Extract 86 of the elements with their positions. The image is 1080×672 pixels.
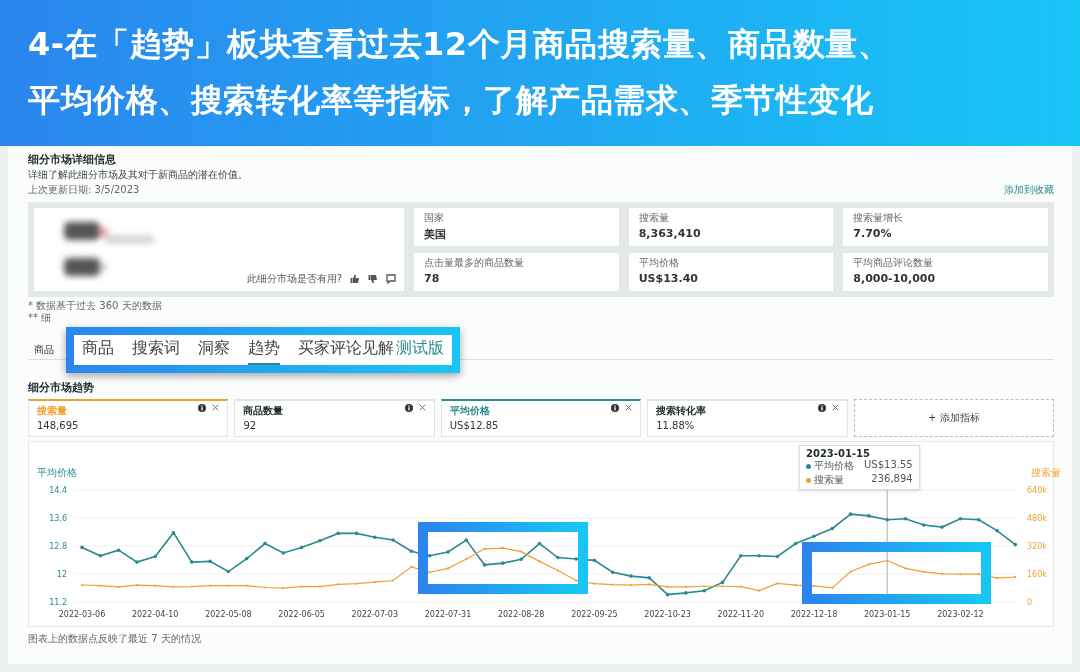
info-icon[interactable]: [817, 404, 826, 412]
metric-label: 点击量最多的商品数量: [424, 256, 525, 270]
axis-label: 0: [1027, 598, 1033, 607]
axis-label: 13.6: [49, 514, 67, 523]
close-icon[interactable]: [831, 404, 839, 411]
banner-headline: 4-在「趋势」板块查看过去12个月商品搜索量、商品数量、: [28, 24, 892, 65]
metric-value: 8,363,410: [638, 227, 702, 240]
axis-label: 2022-06-05: [278, 610, 325, 619]
metric-label: 搜索量: [638, 211, 670, 225]
axis-label: 160k: [1027, 570, 1047, 579]
metric-label: 搜索量: [37, 404, 68, 418]
metric-label: 平均商品评论数量: [853, 256, 935, 270]
axis-label: 320k: [1027, 542, 1047, 551]
axis-label: 2022-09-25: [571, 610, 618, 619]
metric-label: 国家: [424, 211, 445, 225]
tab[interactable]: 商品: [34, 344, 54, 355]
metric-label: 平均价格: [449, 404, 491, 418]
footnote: ** 细: [28, 312, 53, 324]
axis-label: 2022-11-20: [717, 610, 765, 619]
tab[interactable]: 洞察: [198, 338, 230, 365]
save-link[interactable]: 添加到收藏: [1004, 183, 1054, 197]
axis-label: 480k: [1027, 514, 1047, 523]
info-icon[interactable]: [611, 404, 620, 412]
tab[interactable]: 趋势: [248, 338, 280, 365]
axis-label: 12.8: [49, 542, 67, 551]
tab[interactable]: 商品: [82, 338, 114, 365]
axis-label: 2023-02-12: [937, 610, 984, 619]
axis-label: 11.2: [49, 598, 67, 607]
axis-label: 12: [56, 570, 67, 579]
comment-icon[interactable]: [386, 274, 396, 284]
banner-headline: 平均价格、搜索转化率等指标，了解产品需求、季节性变化: [28, 80, 874, 121]
axis-label: 2022-04-10: [131, 610, 179, 619]
axis-label: 2023-01-15: [863, 610, 911, 619]
metric-label: 商品数量: [243, 404, 284, 418]
tooltip-value: 236,894: [871, 473, 913, 486]
legend-dot: [806, 463, 811, 469]
axis-label: 2022-08-28: [497, 610, 545, 619]
feedback-question: 此细分市场是否有用?: [246, 272, 342, 286]
info-icon[interactable]: [404, 404, 413, 412]
axis-label: 14.4: [49, 486, 67, 495]
axis-label: 2022-07-03: [351, 610, 399, 619]
metric-value: US$13.40: [638, 272, 699, 285]
section-title: 细分市场趋势: [28, 380, 95, 395]
axis-title: 平均价格: [37, 467, 77, 478]
axis-label: 2022-05-08: [205, 610, 252, 619]
close-icon[interactable]: [418, 404, 426, 411]
metric-value: 78: [424, 272, 441, 285]
page-title: 细分市场详细信息: [28, 152, 117, 167]
thumbs-down-icon[interactable]: [368, 274, 378, 284]
metric-label: 搜索量增长: [853, 211, 905, 225]
metric-label: 搜索转化率: [656, 404, 707, 418]
close-icon[interactable]: [625, 404, 633, 411]
axis-label: 2022-10-23: [644, 610, 691, 619]
thumbs-up-icon[interactable]: [350, 274, 360, 284]
metric-selector-card[interactable]: 搜索量 148,695: [28, 399, 229, 437]
metric-value: 7.70%: [853, 227, 893, 240]
axis-title: 搜索量: [1031, 467, 1061, 478]
last-updated: 上次更新日期: 3/5/2023: [28, 183, 141, 197]
footnote: * 数据基于过去 360 天的数据: [28, 300, 163, 312]
close-icon[interactable]: [212, 404, 220, 411]
metric-selector-card[interactable]: 商品数量 92: [234, 399, 435, 437]
metric-label: 平均价格: [638, 256, 680, 270]
tooltip-date: 2023-01-15: [806, 448, 871, 459]
legend-dot: [806, 477, 811, 483]
axis-label: 640k: [1027, 486, 1047, 495]
tab[interactable]: 搜索词: [132, 338, 180, 365]
metric-value: 11.88%: [656, 420, 696, 431]
chart-note: 图表上的数据点反映了最近 7 天的情况: [28, 632, 202, 646]
tooltip-value: US$13.55: [864, 459, 913, 472]
metric-value: 148,695: [37, 420, 79, 431]
tab[interactable]: 买家评论见解测试版: [298, 338, 444, 365]
axis-label: 2022-07-31: [424, 610, 472, 619]
metric-value: 美国: [424, 227, 447, 242]
metric-value: 92: [243, 420, 258, 431]
add-metric-button[interactable]: + 添加指标: [853, 399, 1054, 437]
metric-selector-card[interactable]: 平均价格 US$12.85: [440, 399, 642, 437]
metric-value: 8,000-10,000: [853, 272, 937, 285]
axis-label: 2022-03-06: [58, 610, 106, 619]
tooltip-label: 平均价格: [814, 459, 854, 473]
tooltip-label: 搜索量: [814, 473, 844, 487]
axis-label: 2022-12-18: [790, 610, 838, 619]
metric-selector-card[interactable]: 搜索转化率 11.88%: [647, 399, 848, 437]
metric-value: US$12.85: [449, 420, 499, 431]
beta-label: 测试版: [396, 338, 444, 359]
info-icon[interactable]: [198, 404, 207, 412]
page-description: 详细了解此细分市场及其对于新商品的潜在价值。: [28, 168, 248, 182]
